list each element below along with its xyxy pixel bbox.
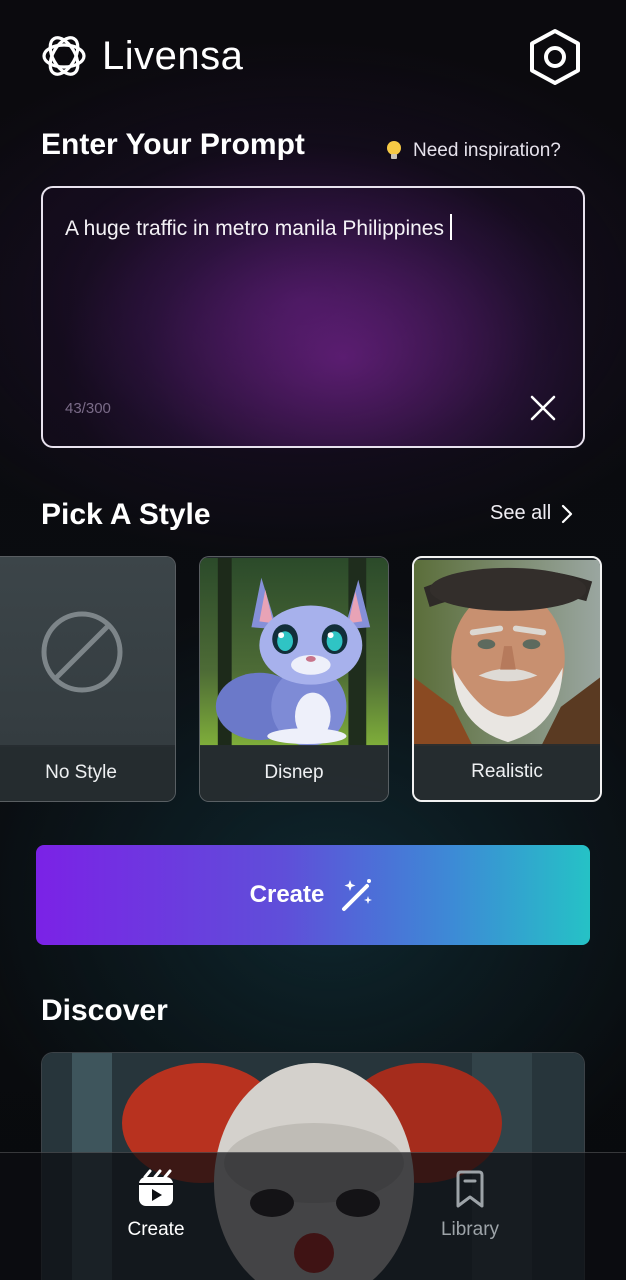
character-counter: 43/300 <box>65 400 111 417</box>
hexagon-settings-icon[interactable] <box>528 28 582 86</box>
clear-prompt-icon[interactable] <box>529 394 557 422</box>
style-card-label: Disnep <box>200 745 388 801</box>
nav-library-label: Library <box>440 1219 500 1240</box>
realistic-style-thumbnail <box>414 560 600 746</box>
create-reel-icon <box>139 1169 173 1206</box>
disnep-style-thumbnail <box>200 558 388 746</box>
bookmark-icon <box>456 1170 484 1208</box>
app-name: Livensa <box>102 33 244 78</box>
text-caret <box>449 214 452 240</box>
discover-section-title: Discover <box>41 994 168 1027</box>
app-brand: Livensa <box>40 32 243 80</box>
bottom-navigation: Create Library <box>0 1152 626 1280</box>
nav-create-label: Create <box>127 1219 185 1240</box>
see-all-label: See all <box>490 502 552 524</box>
chevron-right-icon <box>562 504 573 523</box>
no-style-icon <box>41 611 123 693</box>
prompt-section-title: Enter Your Prompt <box>41 128 305 161</box>
style-section-title: Pick A Style <box>41 498 211 531</box>
prompt-input-text[interactable]: A huge traffic in metro manila Philippin… <box>65 214 452 241</box>
prompt-input[interactable]: A huge traffic in metro manila Philippin… <box>41 186 585 448</box>
need-inspiration-link[interactable]: Need inspiration? <box>385 140 561 162</box>
livensa-logo-icon <box>42 36 86 76</box>
magic-wand-icon <box>342 879 373 911</box>
create-button[interactable]: Create <box>36 845 590 945</box>
style-card-label: Realistic <box>414 744 600 800</box>
style-card-no-style[interactable]: No Style <box>0 556 176 802</box>
style-card-realistic[interactable]: Realistic <box>412 556 602 802</box>
create-button-label: Create <box>249 881 325 908</box>
style-card-label: No Style <box>0 745 175 801</box>
see-all-styles-link[interactable]: See all <box>490 502 573 525</box>
style-card-disnep[interactable]: Disnep <box>199 556 389 802</box>
no-style-art <box>0 557 175 747</box>
nav-create-tab[interactable]: Create <box>76 1169 236 1241</box>
prompt-value: A huge traffic in metro manila Philippin… <box>65 217 444 240</box>
lightbulb-icon <box>387 141 401 159</box>
nav-library-tab[interactable]: Library <box>390 1169 550 1241</box>
need-inspiration-label: Need inspiration? <box>413 140 561 161</box>
